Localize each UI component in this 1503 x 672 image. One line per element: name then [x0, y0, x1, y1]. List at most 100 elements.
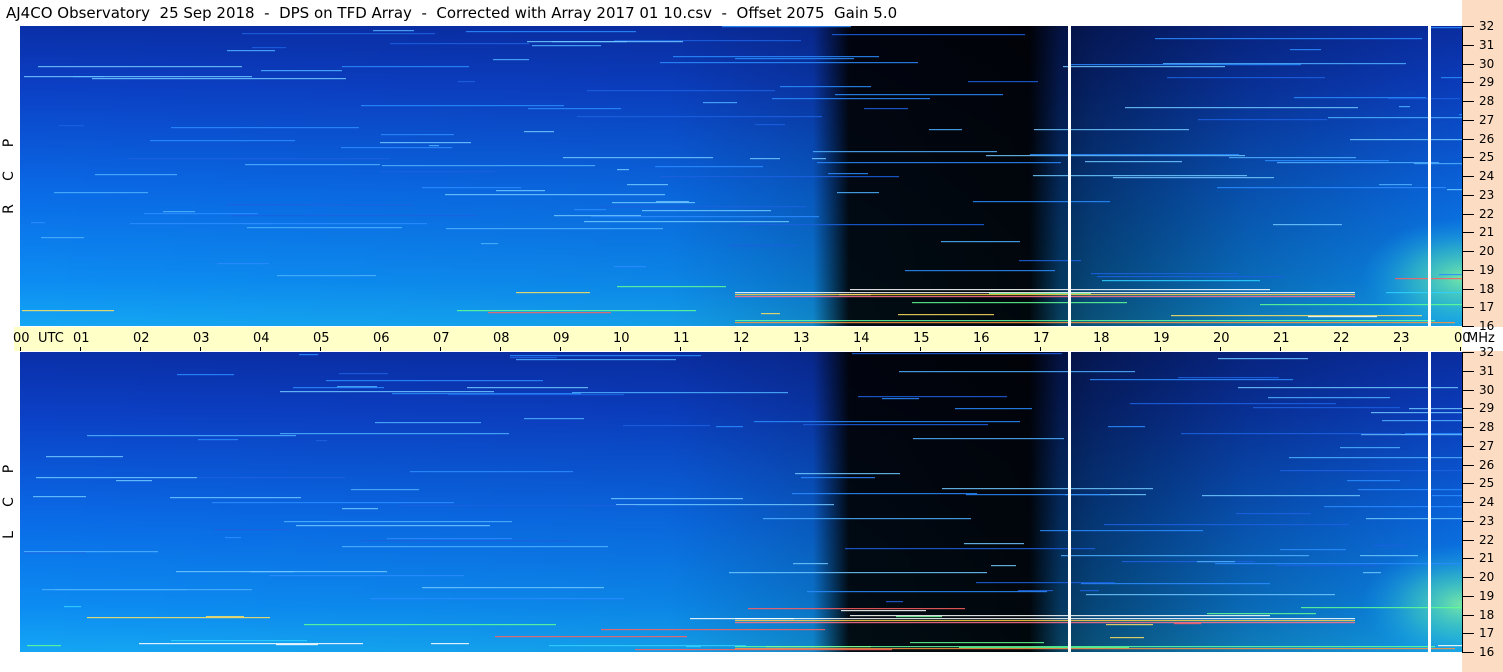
- freq-tick-label: 24: [1479, 495, 1495, 509]
- interference-streak: [59, 125, 84, 127]
- interference-streak: [623, 425, 710, 427]
- interference-streak: [1155, 38, 1422, 40]
- interference-streak: [524, 418, 584, 420]
- utc-tick-label: 20: [1213, 331, 1230, 346]
- interference-streak: [422, 587, 604, 589]
- freq-tick-mark: [1462, 502, 1474, 503]
- interference-streak: [735, 620, 1355, 622]
- interference-streak: [735, 648, 1455, 650]
- freq-tick-label: 26: [1479, 458, 1495, 472]
- freq-tick-mark: [1462, 139, 1474, 140]
- freq-tick-mark: [1462, 540, 1474, 541]
- interference-streak: [627, 184, 668, 186]
- interference-streak: [361, 540, 572, 542]
- interference-streak: [807, 591, 1047, 593]
- utc-tick-label: 11: [673, 331, 690, 346]
- interference-streak: [1019, 260, 1081, 262]
- interference-streak: [488, 312, 611, 314]
- interference-streak: [1439, 274, 1462, 276]
- rcp-frequency-axis: 32 31 30 29 28 27 26 25 24 23 22 21 20 19 18 17 16: [1462, 0, 1503, 332]
- interference-streak: [532, 45, 601, 47]
- interference-streak: [813, 151, 997, 153]
- freq-tick-mark: [1462, 195, 1474, 196]
- rcp-label-p: P: [0, 138, 17, 148]
- interference-streak: [1171, 315, 1422, 317]
- interference-streak: [729, 572, 987, 574]
- interference-streak: [655, 166, 763, 168]
- lcp-label-p: P: [0, 464, 17, 474]
- interference-streak: [1386, 292, 1462, 294]
- utc-tick-label: 02: [133, 331, 150, 346]
- interference-streak: [574, 209, 606, 211]
- interference-streak: [817, 162, 1061, 164]
- interference-streak: [1108, 426, 1145, 428]
- interference-streak: [1409, 408, 1462, 410]
- interference-streak: [225, 537, 241, 539]
- freq-tick-label: 30: [1479, 383, 1495, 397]
- utc-tick-mark: [140, 347, 141, 351]
- utc-tick-label: 05: [313, 331, 330, 346]
- interference-streak: [735, 618, 1355, 620]
- interference-streak: [38, 66, 242, 68]
- utc-tick-label: 21: [1273, 331, 1290, 346]
- freq-tick-label: 20: [1479, 570, 1495, 584]
- interference-streak: [812, 158, 826, 160]
- interference-streak: [976, 582, 1115, 584]
- interference-streak: [247, 227, 402, 229]
- interference-streak: [1290, 49, 1321, 51]
- interference-streak: [614, 266, 646, 268]
- interference-streak: [942, 488, 1153, 490]
- interference-streak: [841, 610, 926, 612]
- interference-streak: [342, 66, 469, 68]
- freq-tick-label: 23: [1479, 514, 1495, 528]
- utc-tick-mark: [680, 347, 681, 351]
- interference-streak: [410, 471, 573, 473]
- interference-streak: [226, 204, 413, 206]
- lcp-spectrogram-svg: [20, 352, 1462, 652]
- freq-tick-label: 23: [1479, 188, 1495, 202]
- freq-tick-label: 19: [1479, 589, 1495, 603]
- utc-tick-mark: [860, 347, 861, 351]
- interference-streak: [1030, 154, 1239, 156]
- freq-tick-label: 28: [1479, 94, 1495, 108]
- interference-streak: [316, 440, 327, 442]
- utc-tick-label: 16: [973, 331, 990, 346]
- interference-streak: [1040, 530, 1203, 532]
- freq-tick-mark: [1462, 101, 1474, 102]
- interference-streak: [642, 210, 771, 212]
- interference-streak: [1125, 107, 1358, 109]
- interference-streak: [1110, 637, 1144, 639]
- interference-streak: [390, 43, 529, 45]
- interference-streak: [41, 237, 84, 239]
- interference-streak: [342, 508, 378, 510]
- freq-tick-mark: [1462, 214, 1474, 215]
- freq-tick-mark: [1462, 521, 1474, 522]
- interference-streak: [231, 215, 477, 217]
- interference-streak: [1277, 565, 1379, 567]
- interference-streak: [837, 192, 879, 194]
- interference-streak: [185, 477, 345, 479]
- utc-tick-label: 09: [553, 331, 570, 346]
- interference-streak: [422, 187, 521, 189]
- interference-streak: [1238, 387, 1458, 389]
- interference-streak: [304, 624, 556, 626]
- interference-streak: [735, 296, 1355, 298]
- interference-streak: [966, 494, 1110, 496]
- interference-streak: [36, 477, 197, 479]
- lcp-spectrogram: [20, 352, 1462, 652]
- utc-tick-label: 15: [913, 331, 930, 346]
- interference-streak: [87, 435, 296, 437]
- data-gap-line: [1428, 26, 1431, 326]
- utc-tick-mark: [380, 347, 381, 351]
- interference-streak: [299, 354, 318, 356]
- freq-tick-label: 27: [1479, 439, 1495, 453]
- interference-streak: [54, 192, 148, 194]
- interference-streak: [380, 142, 471, 144]
- interference-streak: [601, 629, 825, 631]
- freq-tick-label: 22: [1479, 207, 1495, 221]
- interference-streak: [206, 616, 244, 618]
- lcp-axis-line: [1462, 352, 1463, 652]
- data-gap-line: [1428, 352, 1431, 652]
- freq-tick-label: 24: [1479, 169, 1495, 183]
- interference-streak: [139, 643, 363, 645]
